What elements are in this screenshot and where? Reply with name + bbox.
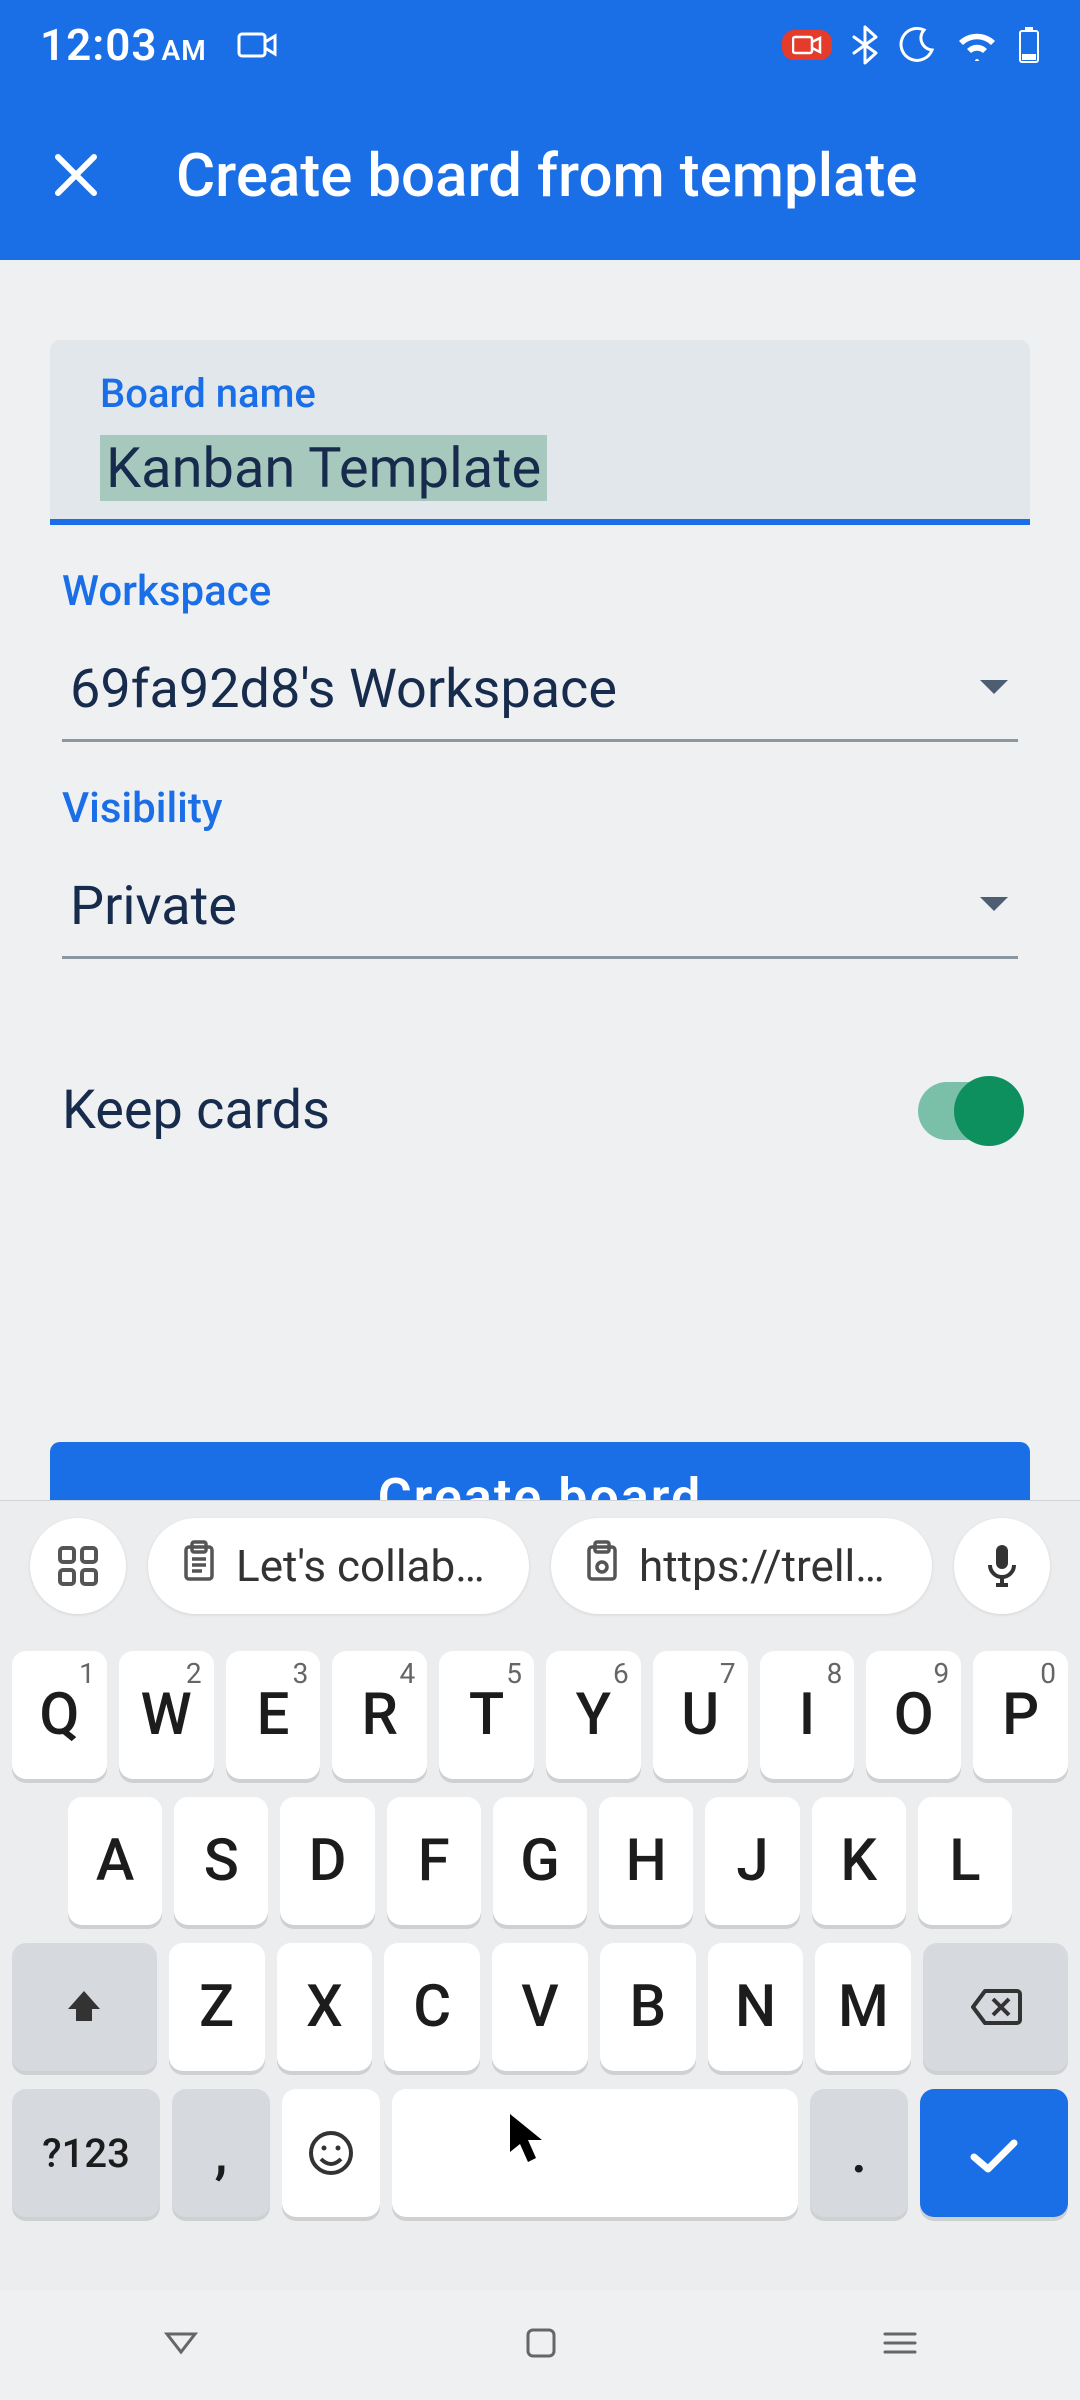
- suggestion-2[interactable]: https://trello…: [551, 1518, 932, 1614]
- battery-icon: [1018, 26, 1040, 64]
- key-j[interactable]: J: [705, 1797, 799, 1925]
- key-d[interactable]: D: [280, 1797, 374, 1925]
- key-s[interactable]: S: [174, 1797, 268, 1925]
- board-name-input[interactable]: Kanban Template: [100, 435, 547, 501]
- key-w[interactable]: 2W: [119, 1651, 214, 1779]
- key-row-4: ?123 , .: [12, 2089, 1068, 2217]
- bluetooth-icon: [852, 25, 878, 65]
- chevron-down-icon: [978, 678, 1010, 702]
- status-time-text: 12:03: [40, 19, 158, 71]
- moon-icon: [898, 26, 936, 64]
- board-name-field[interactable]: Board name Kanban Template: [50, 340, 1030, 525]
- enter-key[interactable]: [920, 2089, 1068, 2217]
- space-key[interactable]: [392, 2089, 798, 2217]
- clipboard-icon: [180, 1539, 218, 1594]
- status-bar: 12:03AM: [0, 0, 1080, 90]
- suggestion-1[interactable]: Let's collabo…: [148, 1518, 529, 1614]
- key-h[interactable]: H: [599, 1797, 693, 1925]
- comma-key[interactable]: ,: [172, 2089, 270, 2217]
- keep-cards-row: Keep cards: [50, 959, 1030, 1142]
- chevron-down-icon: [978, 895, 1010, 919]
- key-r[interactable]: 4R: [332, 1651, 427, 1779]
- system-nav-bar: [0, 2290, 1080, 2400]
- form-content: Board name Kanban Template Workspace 69f…: [0, 260, 1080, 1552]
- visibility-value: Private: [70, 875, 237, 938]
- emoji-key[interactable]: [282, 2089, 380, 2217]
- key-e[interactable]: 3E: [226, 1651, 321, 1779]
- key-x[interactable]: X: [277, 1943, 373, 2071]
- camera-icon: [237, 30, 279, 60]
- workspace-field: Workspace 69fa92d8's Workspace: [50, 525, 1030, 742]
- key-k[interactable]: K: [812, 1797, 906, 1925]
- key-row-3: Z X C V B N M: [12, 1943, 1068, 2071]
- visibility-label: Visibility: [62, 784, 1018, 833]
- close-button[interactable]: [46, 145, 106, 205]
- page-title: Create board from template: [176, 140, 918, 211]
- key-q[interactable]: 1Q: [12, 1651, 107, 1779]
- key-a[interactable]: A: [68, 1797, 162, 1925]
- visibility-field: Visibility Private: [50, 742, 1030, 959]
- backspace-key[interactable]: [923, 1943, 1068, 2071]
- wifi-icon: [956, 29, 998, 61]
- suggestion-2-text: https://trello…: [639, 1540, 900, 1592]
- key-b[interactable]: B: [600, 1943, 696, 2071]
- key-l[interactable]: L: [918, 1797, 1012, 1925]
- nav-recents-icon[interactable]: [881, 2328, 919, 2362]
- key-z[interactable]: Z: [169, 1943, 265, 2071]
- key-row-1: 1Q 2W 3E 4R 5T 6Y 7U 8I 9O 0P: [12, 1651, 1068, 1779]
- key-n[interactable]: N: [708, 1943, 804, 2071]
- key-p[interactable]: 0P: [973, 1651, 1068, 1779]
- key-t[interactable]: 5T: [439, 1651, 534, 1779]
- key-o[interactable]: 9O: [866, 1651, 961, 1779]
- key-c[interactable]: C: [384, 1943, 480, 2071]
- key-row-2: A S D F G H J K L: [12, 1797, 1068, 1925]
- workspace-label: Workspace: [62, 567, 1018, 616]
- keep-cards-toggle[interactable]: [918, 1082, 1018, 1140]
- record-badge-icon: [782, 30, 832, 60]
- keyboard: Let's collabo… https://trello… 1Q 2W 3E …: [0, 1500, 1080, 2400]
- key-y[interactable]: 6Y: [546, 1651, 641, 1779]
- key-i[interactable]: 8I: [760, 1651, 855, 1779]
- period-key[interactable]: .: [810, 2089, 908, 2217]
- shift-key[interactable]: [12, 1943, 157, 2071]
- keyboard-apps-button[interactable]: [30, 1518, 126, 1614]
- suggestion-bar: Let's collabo… https://trello…: [0, 1501, 1080, 1631]
- keep-cards-label: Keep cards: [62, 1079, 330, 1142]
- nav-home-icon[interactable]: [524, 2326, 558, 2364]
- workspace-select[interactable]: 69fa92d8's Workspace: [62, 658, 1018, 742]
- key-f[interactable]: F: [387, 1797, 481, 1925]
- key-m[interactable]: M: [815, 1943, 911, 2071]
- key-g[interactable]: G: [493, 1797, 587, 1925]
- nav-back-icon[interactable]: [161, 2328, 201, 2362]
- status-time-ampm: AM: [162, 34, 207, 67]
- board-name-label: Board name: [100, 370, 980, 417]
- workspace-value: 69fa92d8's Workspace: [70, 658, 617, 721]
- key-u[interactable]: 7U: [653, 1651, 748, 1779]
- symbols-key[interactable]: ?123: [12, 2089, 160, 2217]
- key-v[interactable]: V: [492, 1943, 588, 2071]
- clipboard-link-icon: [583, 1539, 621, 1594]
- status-time: 12:03AM: [40, 19, 207, 71]
- suggestion-1-text: Let's collabo…: [236, 1540, 497, 1592]
- app-bar: Create board from template: [0, 90, 1080, 260]
- voice-input-button[interactable]: [954, 1518, 1050, 1614]
- visibility-select[interactable]: Private: [62, 875, 1018, 959]
